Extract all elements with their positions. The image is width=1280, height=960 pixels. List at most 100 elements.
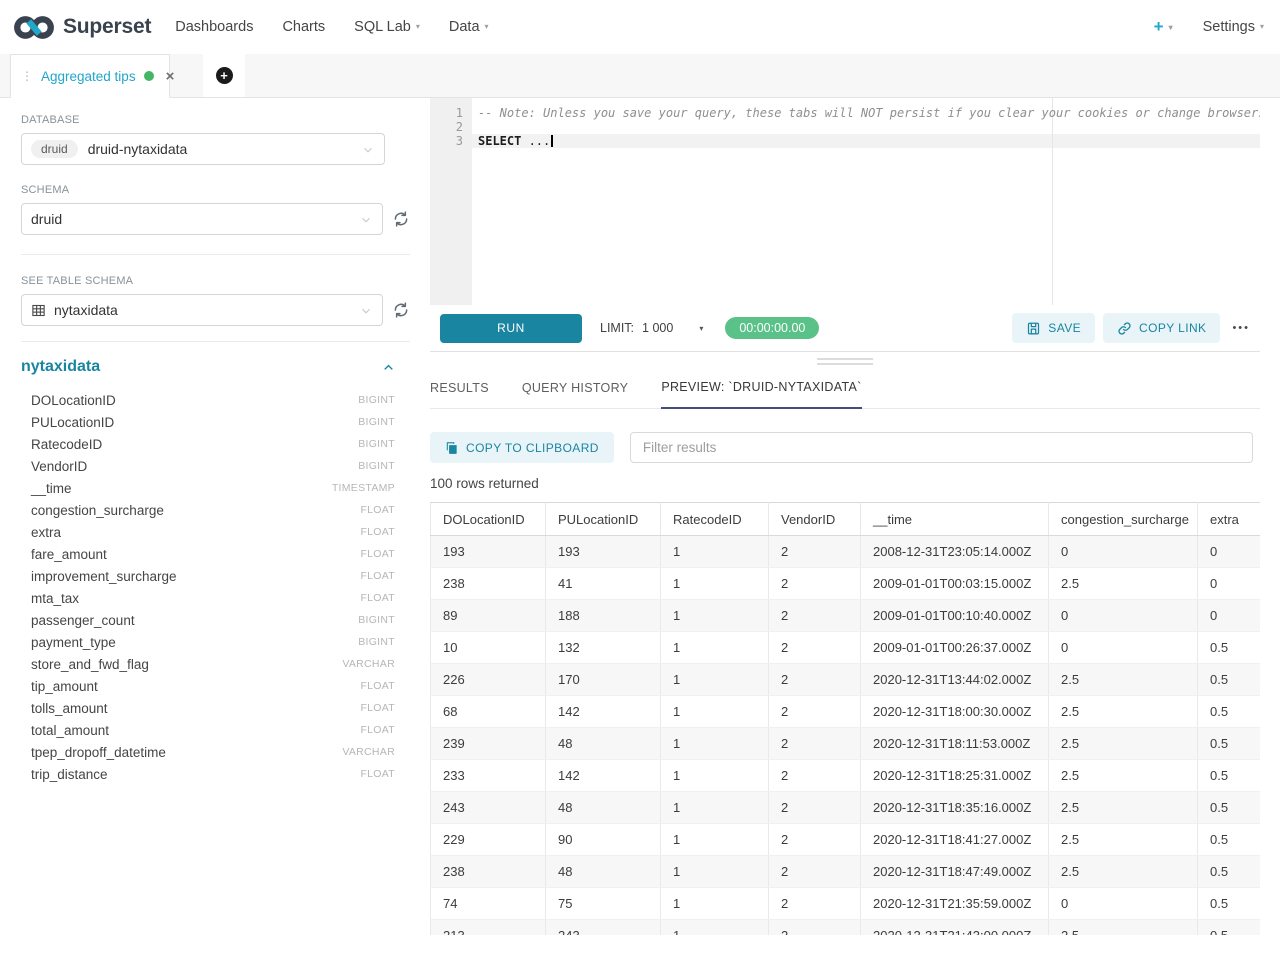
superset-logo[interactable]: Superset <box>14 13 151 42</box>
drag-handle-icon[interactable]: ⋮ <box>21 69 33 83</box>
database-engine-pill: druid <box>31 140 78 158</box>
run-button[interactable]: RUN <box>440 314 582 343</box>
table-cell: 1 <box>661 632 769 664</box>
table-cell: 213 <box>431 920 546 936</box>
schema-column-name: fare_amount <box>31 547 107 562</box>
table-cell: 0 <box>1049 632 1198 664</box>
table-cell: 0 <box>1198 536 1261 568</box>
table-row: 23948122020-12-31T18:11:53.000Z2.50.5 <box>431 728 1261 760</box>
nav-item-data[interactable]: Data▾ <box>449 19 489 35</box>
column-header-dolocationid[interactable]: DOLocationID <box>431 503 546 536</box>
line-number: 3 <box>430 134 463 148</box>
copy-to-clipboard-button[interactable]: COPY TO CLIPBOARD <box>430 432 614 463</box>
rows-returned-text: 100 rows returned <box>430 476 1260 491</box>
nav-item-charts[interactable]: Charts <box>282 19 325 35</box>
schema-column-type: BIGINT <box>358 438 395 450</box>
results-tab-preview[interactable]: PREVIEW: `DRUID-NYTAXIDATA` <box>661 380 861 409</box>
table-cell: 68 <box>431 696 546 728</box>
results-tab-bar: RESULTS QUERY HISTORY PREVIEW: `DRUID-NYTA… <box>430 370 1260 409</box>
schema-column-type: BIGINT <box>358 394 395 406</box>
schema-column-type: FLOAT <box>360 592 395 604</box>
schema-column-row: RatecodeIDBIGINT <box>21 433 410 455</box>
schema-column-row: DOLocationIDBIGINT <box>21 389 410 411</box>
database-select-value: druid-nytaxidata <box>88 141 188 157</box>
nav-item-label: Dashboards <box>175 19 253 35</box>
copy-to-clipboard-label: COPY TO CLIPBOARD <box>466 441 599 455</box>
table-cell: 2.5 <box>1049 920 1198 936</box>
column-header-vendorid[interactable]: VendorID <box>769 503 861 536</box>
column-header-time[interactable]: __time <box>861 503 1049 536</box>
column-header-ratecodeid[interactable]: RatecodeID <box>661 503 769 536</box>
table-select[interactable]: nytaxidata <box>21 294 383 326</box>
caret-down-icon: ▾ <box>1169 23 1173 32</box>
results-tab-results[interactable]: RESULTS <box>430 381 489 408</box>
limit-dropdown[interactable]: LIMIT: 1 000 ▾ <box>600 321 703 335</box>
database-select[interactable]: druid druid-nytaxidata <box>21 133 385 165</box>
table-cell: 2.5 <box>1049 568 1198 600</box>
close-tab-icon[interactable]: × <box>166 69 175 84</box>
caret-down-icon: ▾ <box>485 22 489 31</box>
table-cell: 193 <box>431 536 546 568</box>
new-query-tab-button[interactable]: + <box>203 54 245 97</box>
table-cell: 2 <box>769 888 861 920</box>
nav-item-sql-lab[interactable]: SQL Lab▾ <box>354 19 420 35</box>
table-cell: 1 <box>661 888 769 920</box>
editor-code[interactable]: -- Note: Unless you save your query, the… <box>472 98 1260 148</box>
schema-column-type: VARCHAR <box>342 658 395 670</box>
schema-select[interactable]: druid <box>21 203 383 235</box>
sql-editor[interactable]: 123 -- Note: Unless you save your query,… <box>430 98 1260 305</box>
schema-column-type: TIMESTAMP <box>332 482 395 494</box>
table-cell: 2020-12-31T13:44:02.000Z <box>861 664 1049 696</box>
refresh-schemas-icon[interactable] <box>392 210 410 228</box>
copy-link-button[interactable]: COPY LINK <box>1103 313 1220 343</box>
collapse-chevron-up-icon[interactable] <box>382 361 395 374</box>
schema-column-name: trip_distance <box>31 767 108 782</box>
column-header-pulocationid[interactable]: PULocationID <box>546 503 661 536</box>
schema-column-type: FLOAT <box>360 570 395 582</box>
table-cell: 2 <box>769 920 861 936</box>
settings-menu[interactable]: Settings▾ <box>1203 19 1264 35</box>
panel-resize-handle[interactable] <box>430 352 1260 370</box>
table-cell: 0.5 <box>1198 664 1261 696</box>
table-grid-icon <box>31 303 46 318</box>
column-header-extra[interactable]: extra <box>1198 503 1261 536</box>
schema-column-name: VendorID <box>31 459 87 474</box>
schema-column-row: VendorIDBIGINT <box>21 455 410 477</box>
top-navbar: Superset Dashboards Charts SQL Lab▾ Data▾ +… <box>0 0 1280 54</box>
schema-column-name: improvement_surcharge <box>31 569 177 584</box>
table-cell: 238 <box>431 568 546 600</box>
table-header-row: DOLocationIDPULocationIDRatecodeIDVendor… <box>431 503 1261 536</box>
table-cell: 2020-12-31T18:35:16.000Z <box>861 792 1049 824</box>
line-number: 2 <box>430 120 463 134</box>
table-cell: 132 <box>546 632 661 664</box>
brand-text: Superset <box>63 15 151 39</box>
table-cell: 0.5 <box>1198 632 1261 664</box>
refresh-tables-icon[interactable] <box>392 301 410 319</box>
plus-circle-icon: + <box>216 67 233 84</box>
column-header-congestion-surcharge[interactable]: congestion_surcharge <box>1049 503 1198 536</box>
schema-column-row: extraFLOAT <box>21 521 410 543</box>
save-query-button[interactable]: SAVE <box>1012 313 1095 343</box>
table-cell: 0.5 <box>1198 888 1261 920</box>
table-cell: 0.5 <box>1198 696 1261 728</box>
table-cell: 2.5 <box>1049 760 1198 792</box>
more-actions-button[interactable]: ••• <box>1232 322 1250 334</box>
plus-icon: + <box>1154 17 1164 36</box>
chevron-down-icon <box>359 213 373 227</box>
results-tab-query-history[interactable]: QUERY HISTORY <box>522 381 628 408</box>
table-cell: 1 <box>661 824 769 856</box>
schema-column-type: FLOAT <box>360 504 395 516</box>
table-row: 10132122009-01-01T00:26:37.000Z00.5 <box>431 632 1261 664</box>
schema-column-name: payment_type <box>31 635 116 650</box>
results-table-container[interactable]: DOLocationIDPULocationIDRatecodeIDVendor… <box>430 502 1260 935</box>
results-controls: COPY TO CLIPBOARD <box>430 432 1260 463</box>
nav-item-dashboards[interactable]: Dashboards <box>175 19 253 35</box>
schema-column-type: BIGINT <box>358 636 395 648</box>
table-cell: 188 <box>546 600 661 632</box>
table-row: 68142122020-12-31T18:00:30.000Z2.50.5 <box>431 696 1261 728</box>
filter-results-input[interactable] <box>630 432 1253 463</box>
new-item-menu[interactable]: +▾ <box>1154 17 1173 37</box>
query-tab-aggregated-tips[interactable]: ⋮ Aggregated tips × <box>10 54 170 98</box>
schema-column-name: congestion_surcharge <box>31 503 164 518</box>
results-table: DOLocationIDPULocationIDRatecodeIDVendor… <box>430 502 1260 935</box>
